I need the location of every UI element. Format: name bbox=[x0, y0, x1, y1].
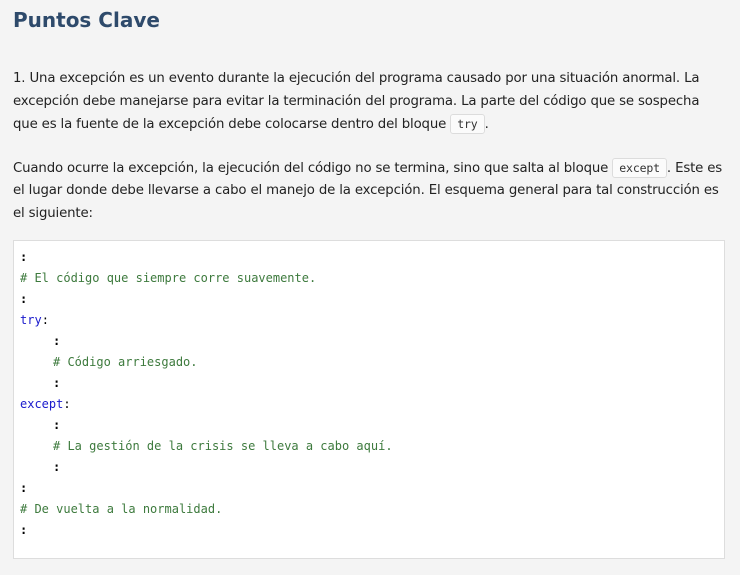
code-line: # El código que siempre corre suavemente… bbox=[20, 268, 724, 289]
paragraph-except-description: Cuando ocurre la excepción, la ejecución… bbox=[13, 157, 727, 226]
code-ellipsis-colon: : bbox=[53, 418, 61, 432]
code-ellipsis-colon: : bbox=[53, 460, 61, 474]
code-comment: # De vuelta a la normalidad. bbox=[20, 502, 223, 516]
paragraph-text: . bbox=[484, 117, 489, 132]
inline-code-try: try bbox=[450, 114, 485, 134]
inline-code-except: except bbox=[612, 157, 667, 178]
code-line: # La gestión de la crisis se lleva a cab… bbox=[20, 436, 724, 457]
code-ellipsis-colon: : bbox=[20, 481, 28, 495]
code-line: : bbox=[20, 478, 724, 499]
code-block: : # El código que siempre corre suavement… bbox=[13, 240, 725, 559]
code-comment: # La gestión de la crisis se lleva a cab… bbox=[53, 439, 393, 453]
code-line: : bbox=[20, 289, 724, 310]
paragraph-text: 1. Una excepción es un evento durante la… bbox=[13, 71, 700, 132]
code-line: : bbox=[20, 373, 724, 394]
code-ellipsis-colon: : bbox=[20, 523, 28, 537]
code-keyword: try bbox=[20, 313, 42, 327]
code-punctuation: : bbox=[63, 397, 71, 411]
paragraph-text: Cuando ocurre la excepción, la ejecución… bbox=[13, 160, 613, 176]
code-ellipsis-colon: : bbox=[53, 334, 61, 348]
code-line: : bbox=[20, 331, 724, 352]
code-line: : bbox=[20, 520, 724, 541]
code-line: # Código arriesgado. bbox=[20, 352, 724, 373]
code-line: : bbox=[20, 247, 724, 268]
code-comment: # Código arriesgado. bbox=[53, 355, 198, 369]
code-line: : bbox=[20, 415, 724, 436]
page: Puntos Clave 1. Una excepción es un even… bbox=[0, 0, 740, 575]
code-ellipsis-colon: : bbox=[20, 250, 28, 264]
code-line: except: bbox=[20, 394, 724, 415]
code-punctuation: : bbox=[41, 313, 49, 327]
code-keyword: except bbox=[20, 397, 64, 411]
code-line: # De vuelta a la normalidad. bbox=[20, 499, 724, 520]
code-comment: # El código que siempre corre suavemente… bbox=[20, 271, 317, 285]
code-ellipsis-colon: : bbox=[53, 376, 61, 390]
page-title: Puntos Clave bbox=[13, 8, 160, 32]
code-ellipsis-colon: : bbox=[20, 292, 28, 306]
code-line: try: bbox=[20, 310, 724, 331]
code-line: : bbox=[20, 457, 724, 478]
paragraph-exception-definition: 1. Una excepción es un evento durante la… bbox=[13, 68, 727, 137]
